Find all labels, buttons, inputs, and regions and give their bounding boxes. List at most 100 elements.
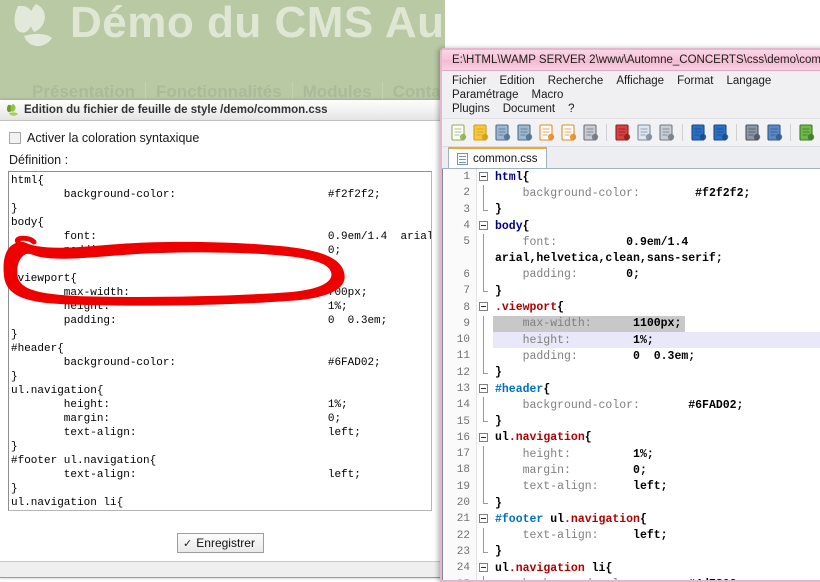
syntax-highlight-checkbox[interactable] xyxy=(9,132,21,144)
fold-margin[interactable] xyxy=(477,446,493,463)
notepad-code-editor[interactable]: 1 html{2 background-color: #f2f2f2; 3} 4 bod… xyxy=(442,169,820,580)
menu-macro[interactable]: Macro xyxy=(527,88,572,102)
save-button-label: Enregistrer xyxy=(196,536,255,550)
copy-icon[interactable] xyxy=(634,122,655,143)
menu-langage[interactable]: Langage xyxy=(722,74,780,88)
code-text: height: 1%; xyxy=(495,333,654,347)
save-all-icon[interactable] xyxy=(514,122,535,143)
fold-margin[interactable] xyxy=(477,478,493,495)
css-text-line: margin: 0; xyxy=(11,413,342,425)
notepad-titlebar[interactable]: E:\HTML\WAMP SERVER 2\www\Automne_CONCER… xyxy=(442,50,820,71)
fold-margin[interactable] xyxy=(477,331,493,349)
code-line[interactable]: 14 background-color: #6FAD02; xyxy=(443,397,820,414)
code-line[interactable]: 15} xyxy=(443,413,820,430)
fold-margin[interactable] xyxy=(477,217,493,235)
fold-margin[interactable] xyxy=(477,527,493,544)
code-text: #footer ul .navigation{ xyxy=(495,512,647,526)
code-text: margin: 0; xyxy=(495,463,647,477)
nav-item-presentation[interactable]: Présentation xyxy=(22,82,146,102)
redo-icon[interactable] xyxy=(710,122,731,143)
code-line[interactable]: 19 text-align: left; xyxy=(443,478,820,495)
css-text-line: height: 1%; xyxy=(11,399,348,411)
code-line[interactable]: 12} xyxy=(443,364,820,381)
fold-margin[interactable] xyxy=(477,429,493,447)
notepad-toolbar[interactable] xyxy=(442,119,820,147)
paste-icon[interactable] xyxy=(656,122,677,143)
cut-icon[interactable] xyxy=(612,122,633,143)
close-all-icon[interactable] xyxy=(558,122,579,143)
code-line[interactable]: 22 text-align: left; xyxy=(443,527,820,544)
code-line[interactable]: 9 max-width: 1100px; xyxy=(443,315,820,332)
code-line[interactable]: 7} xyxy=(443,283,820,300)
menu-plugins[interactable]: Plugins xyxy=(448,102,499,116)
code-line[interactable]: 11 padding: 0 0.3em; xyxy=(443,348,820,365)
save-button[interactable]: ✓ Enregistrer xyxy=(177,533,264,553)
code-line[interactable]: 17 height: 1%; xyxy=(443,446,820,463)
fold-margin[interactable] xyxy=(477,283,493,300)
code-line[interactable]: 2 background-color: #f2f2f2; xyxy=(443,185,820,202)
fold-margin[interactable] xyxy=(477,560,493,577)
code-line[interactable]: 25 background-color: #4d7802; xyxy=(443,576,820,580)
css-definition-textarea[interactable]: html{ background-color: #f2f2f2;} body{ f… xyxy=(8,171,432,511)
code-line[interactable]: 16 ul .navigation{ xyxy=(443,429,820,447)
notepad-menubar[interactable]: Fichier Edition Recherche Affichage Form… xyxy=(442,71,820,119)
fold-margin[interactable] xyxy=(477,511,493,528)
code-line[interactable]: 5 font: 0.9em/1.4 xyxy=(443,234,820,251)
undo-icon[interactable] xyxy=(688,122,709,143)
fold-margin[interactable] xyxy=(477,185,493,202)
fold-margin[interactable] xyxy=(477,462,493,479)
menu-parametrage[interactable]: Paramétrage xyxy=(448,88,527,102)
line-number: 16 xyxy=(443,429,477,447)
line-number-blank xyxy=(443,250,477,267)
fold-margin[interactable] xyxy=(477,234,493,251)
open-folder-icon[interactable] xyxy=(470,122,491,143)
new-file-icon[interactable] xyxy=(448,122,469,143)
code-line[interactable]: 24 ul .navigation li{ xyxy=(443,560,820,577)
code-line[interactable]: 1 html{ xyxy=(443,169,820,186)
save-icon[interactable] xyxy=(492,122,513,143)
fold-margin[interactable] xyxy=(477,364,493,381)
code-line[interactable]: 6 padding: 0; xyxy=(443,266,820,284)
fold-margin[interactable] xyxy=(477,169,493,186)
code-line[interactable]: 21 #footer ul .navigation{ xyxy=(443,511,820,528)
nav-item-contact[interactable]: Contact xyxy=(383,82,445,102)
menu-edition[interactable]: Edition xyxy=(496,74,544,88)
menu-format[interactable]: Format xyxy=(673,74,722,88)
code-line[interactable]: 23} xyxy=(443,543,820,561)
close-file-icon[interactable] xyxy=(536,122,557,143)
fold-margin[interactable] xyxy=(477,413,493,430)
menu-affichage[interactable]: Affichage xyxy=(612,74,673,88)
fold-margin[interactable] xyxy=(477,299,493,316)
fold-margin[interactable] xyxy=(477,576,493,580)
fold-margin[interactable] xyxy=(477,543,493,561)
notepad-tabbar[interactable]: common.css xyxy=(442,147,820,169)
replace-icon[interactable] xyxy=(764,122,785,143)
menu-help[interactable]: ? xyxy=(564,102,583,116)
menu-fichier[interactable]: Fichier xyxy=(448,74,496,88)
code-line[interactable]: 10 height: 1%; xyxy=(443,331,820,349)
fold-margin[interactable] xyxy=(477,201,493,218)
zoom-in-icon[interactable] xyxy=(796,122,817,143)
nav-item-modules[interactable]: Modules xyxy=(293,82,383,102)
nav-item-fonctionnalites[interactable]: Fonctionnalités xyxy=(146,82,293,102)
menu-document[interactable]: Document xyxy=(499,102,564,116)
fold-margin[interactable] xyxy=(477,348,493,365)
tab-common-css[interactable]: common.css xyxy=(448,147,547,168)
line-number: 20 xyxy=(443,494,477,512)
print-icon[interactable] xyxy=(580,122,601,143)
code-line[interactable]: 3} xyxy=(443,201,820,218)
code-text: } xyxy=(495,545,502,559)
menu-recherche[interactable]: Recherche xyxy=(544,74,613,88)
code-line[interactable]: 13 #header{ xyxy=(443,380,820,398)
find-icon[interactable] xyxy=(742,122,763,143)
fold-margin[interactable] xyxy=(477,494,493,512)
code-line[interactable]: 20} xyxy=(443,494,820,512)
code-line[interactable]: 4 body{ xyxy=(443,217,820,235)
fold-margin[interactable] xyxy=(477,380,493,398)
fold-margin[interactable] xyxy=(477,397,493,414)
fold-margin[interactable] xyxy=(477,315,493,332)
code-line[interactable]: 18 margin: 0; xyxy=(443,462,820,479)
syntax-highlight-checkbox-row[interactable]: Activer la coloration syntaxique xyxy=(9,131,432,145)
fold-margin[interactable] xyxy=(477,266,493,284)
code-line[interactable]: 8 .viewport{ xyxy=(443,299,820,316)
